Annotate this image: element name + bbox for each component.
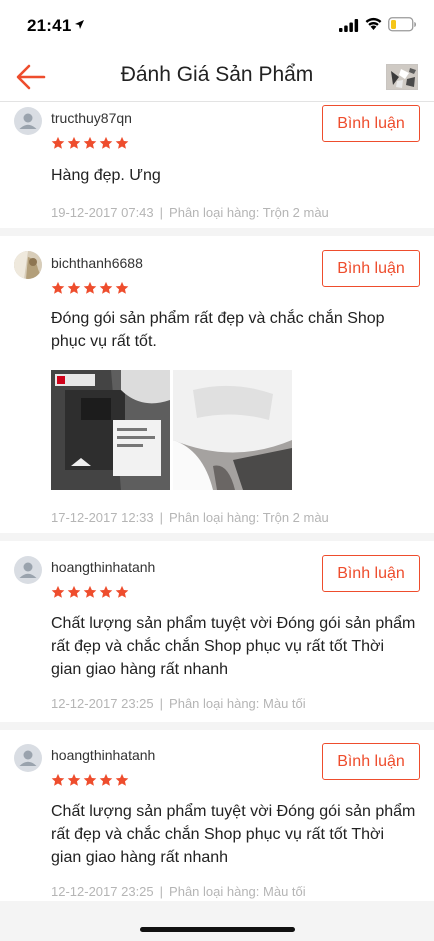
- meta-divider: |: [159, 884, 164, 899]
- star-icon: [51, 281, 65, 294]
- review-text: Chất lượng sản phẩm tuyệt vời Đóng gói s…: [51, 803, 416, 866]
- review-list[interactable]: tructhuy87qn Bình luận Hàng đẹp. Ưng 19-…: [0, 103, 434, 901]
- review-meta: 12-12-2017 23:25 | Phân loại hàng: Màu tối: [51, 696, 306, 711]
- star-icon: [67, 136, 81, 149]
- review-date: 12-12-2017 23:25: [51, 696, 154, 711]
- avatar: [14, 107, 42, 135]
- meta-divider: |: [159, 696, 164, 711]
- star-icon: [67, 281, 81, 294]
- user-placeholder-icon: [19, 113, 37, 129]
- star-icon: [99, 136, 113, 149]
- star-icon: [83, 773, 97, 786]
- review-item: bichthanh6688 Bình luận Đóng gói sản phẩ…: [0, 236, 434, 541]
- variant-label: Phân loại hàng:: [169, 510, 260, 525]
- review-photo[interactable]: [173, 370, 292, 490]
- review-item: hoangthinhatanh Bình luận Chất lượng sản…: [0, 541, 434, 730]
- reply-button[interactable]: Bình luận: [322, 105, 420, 142]
- star-icon: [83, 585, 97, 598]
- review-username: bichthanh6688: [51, 255, 143, 271]
- review-date: 17-12-2017 12:33: [51, 510, 154, 525]
- variant-value: Trộn 2 màu: [262, 205, 329, 220]
- avatar: [14, 744, 42, 772]
- page-title: Đánh Giá Sản Phẩm: [120, 63, 314, 86]
- rating-stars: [51, 281, 129, 297]
- meta-divider: |: [159, 205, 164, 220]
- star-icon: [83, 281, 97, 294]
- review-photos: [51, 370, 292, 490]
- review-date: 12-12-2017 23:25: [51, 884, 154, 899]
- star-icon: [67, 773, 81, 786]
- review-username: tructhuy87qn: [51, 110, 132, 126]
- star-icon: [115, 585, 129, 598]
- star-icon: [51, 773, 65, 786]
- user-placeholder-icon: [19, 750, 37, 766]
- variant-value: Trộn 2 màu: [262, 510, 329, 525]
- review-text: Đóng gói sản phẩm rất đẹp và chắc chắn S…: [51, 310, 385, 350]
- star-icon: [99, 773, 113, 786]
- star-icon: [99, 585, 113, 598]
- star-icon: [67, 585, 81, 598]
- rating-stars: [51, 773, 129, 789]
- home-indicator[interactable]: [140, 927, 295, 932]
- review-item: tructhuy87qn Bình luận Hàng đẹp. Ưng 19-…: [0, 103, 434, 236]
- review-date: 19-12-2017 07:43: [51, 205, 154, 220]
- rating-stars: [51, 136, 129, 152]
- navigation-bar: Đánh Giá Sản Phẩm: [0, 52, 434, 102]
- reply-button[interactable]: Bình luận: [322, 250, 420, 287]
- review-item: hoangthinhatanh Bình luận Chất lượng sản…: [0, 730, 434, 901]
- reply-button[interactable]: Bình luận: [322, 743, 420, 780]
- review-text: Chất lượng sản phẩm tuyệt vời Đóng gói s…: [51, 615, 416, 678]
- review-meta: 17-12-2017 12:33 | Phân loại hàng: Trộn 2 …: [51, 510, 329, 525]
- battery-low-icon: [388, 17, 416, 32]
- location-arrow-icon: [75, 20, 84, 29]
- variant-label: Phân loại hàng:: [169, 696, 260, 711]
- review-photo[interactable]: [51, 370, 170, 490]
- cellular-signal-icon: [339, 19, 359, 32]
- star-icon: [51, 136, 65, 149]
- status-time: 21:41: [27, 16, 72, 35]
- product-thumbnail[interactable]: [386, 64, 418, 90]
- review-meta: 19-12-2017 07:43 | Phân loại hàng: Trộn 2 …: [51, 205, 329, 220]
- wifi-icon: [365, 17, 382, 30]
- variant-value: Màu tối: [263, 696, 306, 711]
- rating-stars: [51, 585, 129, 601]
- meta-divider: |: [159, 510, 164, 525]
- variant-label: Phân loại hàng:: [169, 884, 260, 899]
- review-username: hoangthinhatanh: [51, 747, 156, 763]
- review-meta: 12-12-2017 23:25 | Phân loại hàng: Màu tối: [51, 884, 306, 899]
- star-icon: [99, 281, 113, 294]
- user-placeholder-icon: [19, 562, 37, 578]
- star-icon: [51, 585, 65, 598]
- variant-value: Màu tối: [263, 884, 306, 899]
- reply-button[interactable]: Bình luận: [322, 555, 420, 592]
- review-text: Hàng đẹp. Ưng: [51, 167, 161, 184]
- home-indicator-area: [0, 901, 434, 941]
- star-icon: [83, 136, 97, 149]
- star-icon: [115, 136, 129, 149]
- variant-label: Phân loại hàng:: [169, 205, 260, 220]
- review-username: hoangthinhatanh: [51, 559, 156, 575]
- status-bar: 21:41: [0, 0, 434, 52]
- star-icon: [115, 281, 129, 294]
- star-icon: [115, 773, 129, 786]
- user-photo-avatar: [14, 251, 42, 279]
- avatar: [14, 556, 42, 584]
- avatar: [14, 251, 42, 279]
